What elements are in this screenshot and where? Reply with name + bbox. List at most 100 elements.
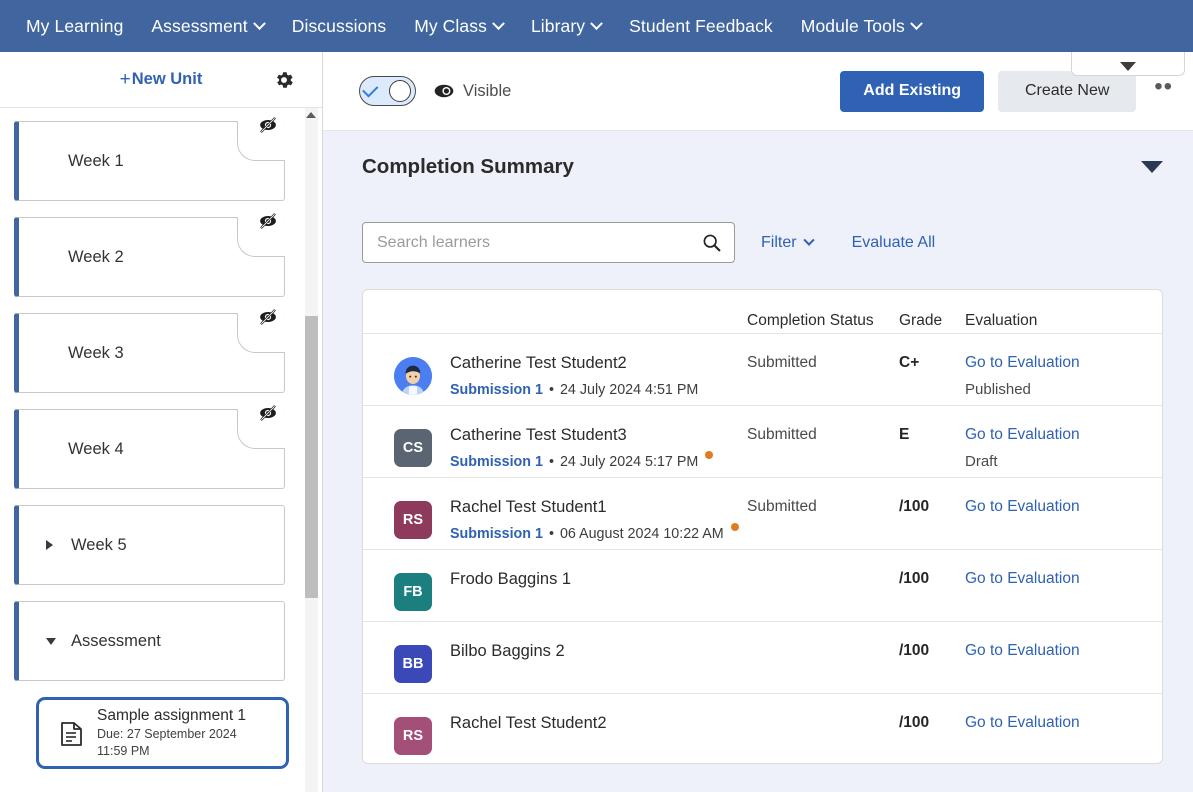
go-to-evaluation-link[interactable]: Go to Evaluation — [965, 498, 1140, 515]
go-to-evaluation-link[interactable]: Go to Evaluation — [965, 426, 1140, 443]
avatar: RS — [394, 717, 432, 755]
learner-name: Rachel Test Student2 — [450, 714, 607, 732]
sidebar-unit-label: Week 1 — [68, 151, 124, 170]
avatar-initials: CS — [402, 440, 424, 456]
search-input[interactable] — [377, 233, 701, 252]
document-icon — [59, 719, 85, 747]
sidebar-scrollbar-thumb[interactable] — [305, 316, 318, 598]
evaluation-cell: Go to Evaluation — [965, 498, 1140, 515]
sidebar-unit-label: Week 2 — [68, 247, 124, 266]
app-shell: + New Unit Week 1 Week 2 Week 3 Week 4 Week … — [0, 42, 1193, 792]
table-row: Catherine Test Student2 Submission 1 • 24 J… — [363, 333, 1162, 405]
plus-icon: + — [119, 69, 131, 90]
nav-item-module-tools[interactable]: Module Tools — [801, 16, 923, 37]
sidebar-unit-label: Assessment — [71, 631, 161, 650]
section-collapse-icon[interactable] — [1141, 161, 1163, 173]
sidebar-unit-assessment[interactable]: Assessment — [14, 601, 285, 681]
create-new-button[interactable]: Create New — [998, 70, 1137, 112]
completion-status-cell: Submitted — [747, 426, 817, 443]
separator: • — [548, 526, 554, 542]
gear-icon[interactable] — [273, 69, 295, 91]
learner-cell: RS Rachel Test Student2 — [394, 714, 747, 755]
eye-slash-icon[interactable] — [257, 306, 279, 328]
go-to-evaluation-link[interactable]: Go to Evaluation — [965, 570, 1140, 587]
table-header-row: Completion Status Grade Evaluation — [363, 290, 1162, 333]
avatar: CS — [394, 429, 432, 467]
separator: • — [548, 382, 554, 398]
chevron-down-icon — [802, 234, 815, 246]
toolbar-buttons: Add Existing Create New •• — [840, 70, 1173, 112]
sidebar-header: + New Unit — [0, 52, 322, 108]
go-to-evaluation-link[interactable]: Go to Evaluation — [965, 354, 1140, 371]
learner-cell: Catherine Test Student2 Submission 1 • 24 J… — [394, 354, 747, 398]
sidebar-unit-label: Week 3 — [68, 343, 124, 362]
submission-link[interactable]: Submission 1 — [450, 454, 543, 470]
eye-slash-icon[interactable] — [257, 114, 279, 136]
assignment-due-line2: 11:59 PM — [97, 744, 150, 758]
nav-item-label: My Learning — [26, 15, 124, 36]
learner-name: Catherine Test Student2 — [450, 354, 627, 372]
search-icon — [703, 234, 721, 252]
eye-slash-icon[interactable] — [257, 210, 279, 232]
sidebar-unit-week-2[interactable]: Week 2 — [14, 213, 285, 297]
sidebar-unit-week-1[interactable]: Week 1 — [14, 117, 285, 201]
nav-item-my-learning[interactable]: My Learning — [26, 16, 123, 37]
search-learners-box[interactable] — [362, 222, 735, 263]
content-toolbar: Visible Add Existing Create New •• — [323, 42, 1193, 131]
avatar-initials: BB — [402, 656, 424, 672]
submission-date: 24 July 2024 5:17 PM — [559, 454, 699, 470]
avatar: BB — [394, 645, 432, 683]
learner-cell: RS Rachel Test Student1 Submission 1 • 06 Au… — [394, 498, 747, 542]
completion-summary-section: Completion Summary Filter Evaluate All C… — [323, 131, 1193, 792]
sidebar-unit-label: Week 4 — [68, 439, 124, 458]
visible-label: Visible — [463, 81, 512, 100]
grade-cell: /100 — [899, 498, 930, 515]
new-unit-button[interactable]: + New Unit — [120, 70, 203, 89]
evaluate-all-button[interactable]: Evaluate All — [852, 234, 936, 252]
learner-name: Catherine Test Student3 — [450, 426, 627, 444]
submission-link[interactable]: Submission 1 — [450, 382, 543, 398]
caret-down-icon[interactable] — [46, 637, 56, 645]
filter-dropdown[interactable]: Filter — [761, 234, 815, 252]
sidebar-unit-list: Week 1 Week 2 Week 3 Week 4 Week 5 Assessment… — [0, 108, 322, 792]
warning-dot-icon — [705, 451, 714, 459]
eye-slash-icon[interactable] — [257, 402, 279, 424]
evaluation-cell: Go to Evaluation Draft — [965, 426, 1140, 470]
scroll-up-arrow-icon[interactable] — [306, 112, 316, 118]
add-existing-button[interactable]: Add Existing — [840, 70, 985, 112]
avatar: FB — [394, 573, 432, 611]
chevron-down-icon — [909, 16, 923, 30]
visibility-toggle[interactable] — [359, 76, 416, 106]
nav-item-library[interactable]: Library — [531, 16, 604, 37]
learner-cell: BB Bilbo Baggins 2 — [394, 642, 747, 683]
separator: • — [548, 454, 554, 470]
grade-cell: /100 — [899, 642, 930, 659]
sidebar-unit-label: Week 5 — [71, 535, 127, 554]
submission-date: 06 August 2024 10:22 AM — [559, 526, 724, 542]
nav-item-label: Discussions — [291, 15, 387, 36]
nav-item-my-class[interactable]: My Class — [414, 16, 505, 37]
top-navigation-bar: My Learning Assessment Discussions My Class… — [0, 0, 1193, 52]
caret-right-icon[interactable] — [46, 540, 53, 550]
go-to-evaluation-link[interactable]: Go to Evaluation — [965, 714, 1140, 731]
sidebar-unit-week-4[interactable]: Week 4 — [14, 405, 285, 489]
submission-info: Submission 1 • 24 July 2024 5:17 PM — [450, 451, 714, 470]
sidebar-assignment-sample-assignment-1[interactable]: Sample assignment 1 Due: 27 September 202… — [36, 697, 289, 769]
table-row: RS Rachel Test Student1 Submission 1 • 06 Au… — [363, 477, 1162, 549]
grade-cell: C+ — [899, 354, 920, 371]
sidebar-unit-week-5[interactable]: Week 5 — [14, 505, 285, 585]
grade-cell: /100 — [899, 570, 930, 587]
nav-item-assessment[interactable]: Assessment — [151, 16, 266, 37]
assignment-due-line1: Due: 27 September 2024 — [97, 726, 237, 741]
submission-link[interactable]: Submission 1 — [450, 526, 543, 542]
nav-item-discussions[interactable]: Discussions — [292, 16, 386, 37]
sidebar-unit-week-3[interactable]: Week 3 — [14, 309, 285, 393]
submission-info: Submission 1 • 24 July 2024 4:51 PM — [450, 382, 698, 398]
go-to-evaluation-link[interactable]: Go to Evaluation — [965, 642, 1140, 659]
more-options-button[interactable]: •• — [1154, 75, 1173, 100]
nav-item-student-feedback[interactable]: Student Feedback — [629, 16, 773, 37]
column-header-evaluation: Evaluation — [965, 311, 1038, 329]
chevron-down-icon[interactable] — [1120, 62, 1136, 71]
completion-status-cell: Submitted — [747, 354, 817, 371]
table-row: CS Catherine Test Student3 Submission 1 • 24… — [363, 405, 1162, 477]
